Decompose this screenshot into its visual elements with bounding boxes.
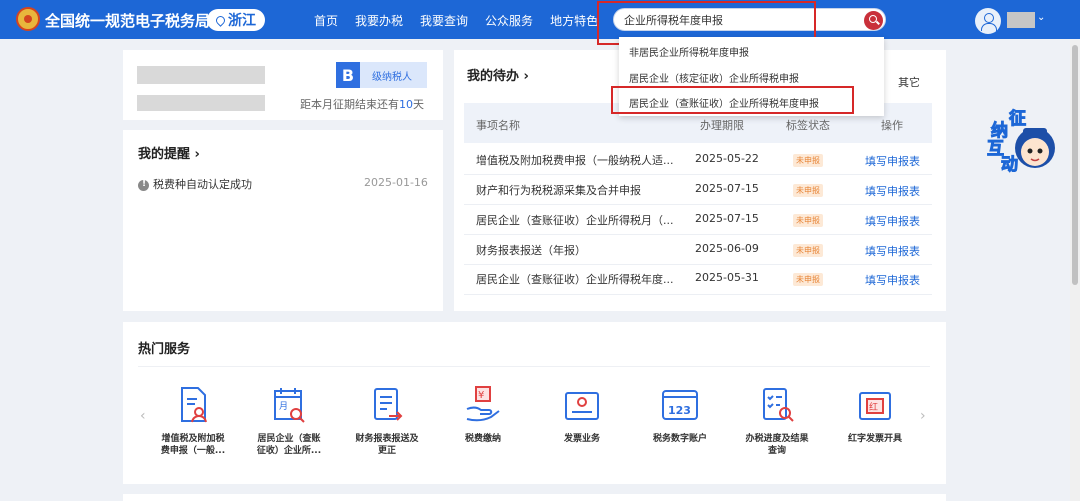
tax-id-redacted xyxy=(137,95,265,111)
report-arrow-icon xyxy=(374,388,403,421)
status-badge: 未申报 xyxy=(793,154,823,167)
fill-form-link[interactable]: 填写申报表 xyxy=(865,243,920,259)
fill-form-link[interactable]: 填写申报表 xyxy=(865,183,920,199)
todo-deadline: 2025-05-22 xyxy=(695,152,759,165)
digital-account-icon: 123 xyxy=(662,390,698,420)
deadline-days: 10 xyxy=(399,98,413,111)
hand-coin-icon: ¥ xyxy=(466,386,500,422)
tax-emblem-icon[interactable] xyxy=(16,7,40,31)
service-item[interactable]: 办税进度及结果 查询 xyxy=(737,385,817,456)
todo-name[interactable]: 居民企业（查账征收）企业所得税年度... xyxy=(476,271,674,287)
todo-name[interactable]: 居民企业（查账征收）企业所得税月（... xyxy=(476,212,674,228)
todo-name[interactable]: 增值税及附加税费申报（一般纳税人适... xyxy=(476,152,674,168)
search-icon[interactable] xyxy=(864,11,883,30)
scrollbar-thumb[interactable] xyxy=(1072,45,1078,285)
service-item[interactable]: 红 红字发票开具 xyxy=(835,385,915,444)
user-avatar-icon[interactable] xyxy=(975,8,1001,34)
service-item[interactable]: 月 居民企业（查账 征收）企业所... xyxy=(249,385,329,456)
col-deadline: 办理期限 xyxy=(700,119,744,132)
fill-form-link[interactable]: 填写申报表 xyxy=(865,213,920,229)
service-item[interactable]: 123 税务数字账户 xyxy=(640,385,720,444)
todo-name[interactable]: 财产和行为税税源采集及合并申报 xyxy=(476,182,641,198)
reminders-title[interactable]: 我的提醒 › xyxy=(138,143,200,162)
service-item[interactable]: ¥ 税费缴纳 xyxy=(443,385,523,444)
fill-form-link[interactable]: 填写申报表 xyxy=(865,153,920,169)
info-icon xyxy=(138,179,149,191)
chevron-left-icon[interactable]: ‹ xyxy=(140,408,146,424)
interaction-mascot[interactable]: 征 纳 互 动 xyxy=(985,104,1059,178)
next-section-card xyxy=(123,494,946,501)
calendar-search-icon: 月 xyxy=(274,388,305,423)
status-badge: 未申报 xyxy=(793,184,823,197)
red-invoice-icon: 红 xyxy=(859,392,891,420)
chevron-down-icon[interactable]: ⌄ xyxy=(1037,12,1045,23)
service-item[interactable]: 发票业务 xyxy=(542,385,622,444)
grade-text: 级纳税人 xyxy=(372,71,412,83)
service-item[interactable]: 增值税及附加税 费申报（一般... xyxy=(153,385,233,456)
company-name-redacted xyxy=(137,66,265,84)
svg-text:123: 123 xyxy=(668,404,691,417)
site-title[interactable]: 全国统一规范电子税务局 xyxy=(45,10,210,31)
status-badge: 未申报 xyxy=(793,273,823,286)
suggestion-item[interactable]: 非居民企业所得税年度申报 xyxy=(629,44,749,59)
reminder-item[interactable]: 税费种自动认定成功 xyxy=(138,176,252,192)
status-badge: 未申报 xyxy=(793,244,823,257)
svg-text:月: 月 xyxy=(279,401,288,412)
user-name-redacted[interactable] xyxy=(1007,12,1035,28)
grade-letter: B xyxy=(336,62,360,88)
todo-name[interactable]: 财务报表报送（年报） xyxy=(476,242,586,258)
highlight-box-suggestion xyxy=(611,86,854,114)
hot-services-card xyxy=(123,322,946,484)
col-item-name: 事项名称 xyxy=(476,119,520,132)
nav-local-feature[interactable]: 地方特色 xyxy=(550,12,598,29)
taxpayer-grade-badge: B 级纳税人 xyxy=(336,62,427,88)
region-label: 浙江 xyxy=(228,13,256,29)
nav-public-service[interactable]: 公众服务 xyxy=(485,12,533,29)
service-item[interactable]: 财务报表报送及 更正 xyxy=(347,385,427,456)
todo-deadline: 2025-07-15 xyxy=(695,212,759,225)
chevron-right-icon[interactable]: › xyxy=(920,408,926,424)
suggestion-item[interactable]: 居民企业（核定征收）企业所得税申报 xyxy=(629,70,799,85)
status-badge: 未申报 xyxy=(793,214,823,227)
todo-deadline: 2025-05-31 xyxy=(695,271,759,284)
region-selector[interactable]: 浙江 xyxy=(207,9,265,31)
reminder-date: 2025-01-16 xyxy=(364,176,428,189)
nav-do-tax[interactable]: 我要办税 xyxy=(355,12,403,29)
deadline-countdown: 距本月征期结束还有10天 xyxy=(300,98,424,111)
progress-search-icon xyxy=(763,388,794,422)
divider xyxy=(138,366,930,367)
page-scrollbar[interactable] xyxy=(1070,40,1080,501)
svg-text:¥: ¥ xyxy=(478,390,484,401)
todo-deadline: 2025-06-09 xyxy=(695,242,759,255)
nav-home[interactable]: 首页 xyxy=(314,12,338,29)
nav-query[interactable]: 我要查询 xyxy=(420,12,468,29)
main-nav: 首页 我要办税 我要查询 公众服务 地方特色 xyxy=(314,12,615,29)
invoice-icon xyxy=(565,392,599,420)
todo-title[interactable]: 我的待办 › xyxy=(467,65,529,84)
doc-person-icon xyxy=(181,387,207,423)
col-action: 操作 xyxy=(881,119,903,132)
hot-services-title: 热门服务 xyxy=(138,342,191,357)
location-pin-icon xyxy=(214,13,227,27)
fill-form-link[interactable]: 填写申报表 xyxy=(865,272,920,288)
todo-deadline: 2025-07-15 xyxy=(695,182,759,195)
todo-other-link[interactable]: 其它 xyxy=(898,74,920,90)
col-status: 标签状态 xyxy=(786,119,830,132)
svg-text:红: 红 xyxy=(869,401,878,413)
top-navigation-bar: 全国统一规范电子税务局 浙江 首页 我要办税 我要查询 公众服务 地方特色 ⌄ xyxy=(0,0,1080,39)
